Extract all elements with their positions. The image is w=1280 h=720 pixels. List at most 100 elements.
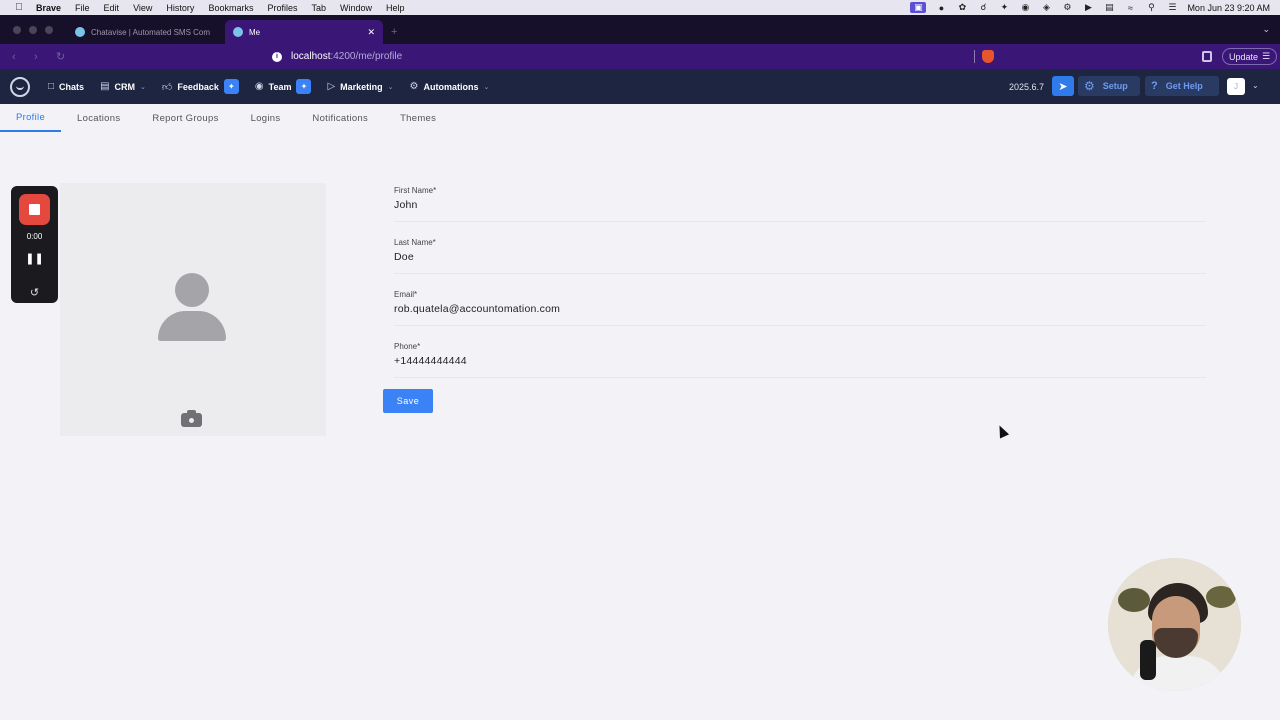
gear-icon[interactable]: ⚙ xyxy=(1061,2,1073,13)
brave-shield-icon[interactable] xyxy=(982,50,994,63)
menubar-status-area: ▣ ● ✿ ☌ ✦ ◉ ◈ ⚙ ▶ ▤ ≈ ⚲ ☰ Mon Jun 23 9:2… xyxy=(910,0,1270,15)
menu-bookmarks[interactable]: Bookmarks xyxy=(208,3,253,13)
menu-history[interactable]: History xyxy=(166,3,194,13)
email-field[interactable]: Email* rob.quatela@accountomation.com xyxy=(394,290,1206,326)
pause-icon[interactable]: ❚❚ xyxy=(11,252,58,265)
back-arrow-icon[interactable]: ‹ xyxy=(12,51,22,63)
tab-search-chevron-icon[interactable]: ⌄ xyxy=(1262,24,1270,35)
menu-help[interactable]: Help xyxy=(386,3,405,13)
url-host: localhost xyxy=(291,51,331,62)
reload-icon[interactable]: ↻ xyxy=(56,50,66,63)
get-help-button[interactable]: ? Get Help xyxy=(1145,76,1219,96)
menubar-clock[interactable]: Mon Jun 23 9:20 AM xyxy=(1187,3,1270,13)
nav-feedback[interactable]: 👍︎ Feedback ✦ xyxy=(162,79,239,94)
menu-file[interactable]: File xyxy=(75,3,90,13)
app-logo-icon[interactable] xyxy=(10,76,30,97)
nav-marketing[interactable]: ▷ Marketing ⌄ xyxy=(327,81,393,92)
nav-chats[interactable]: □ Chats xyxy=(48,81,84,92)
stop-recording-button[interactable] xyxy=(19,194,50,225)
puzzle-icon[interactable]: ✦ xyxy=(998,2,1010,13)
setup-button[interactable]: ⚙ Setup xyxy=(1078,76,1140,96)
play-icon[interactable]: ▶ xyxy=(1082,2,1094,13)
chevron-down-icon: ⌄ xyxy=(140,83,146,91)
tab-profile[interactable]: Profile xyxy=(0,104,62,132)
save-button[interactable]: Save xyxy=(383,389,433,413)
site-info-icon[interactable]: i xyxy=(272,51,282,62)
send-button[interactable]: ➤ xyxy=(1052,76,1074,96)
tab-locations-label: Locations xyxy=(77,112,121,124)
update-button[interactable]: Update ☰ xyxy=(1222,48,1278,65)
webcam-bubble[interactable] xyxy=(1108,558,1241,691)
phone-input[interactable]: +14444444444 xyxy=(394,355,1206,367)
user-avatar[interactable]: J xyxy=(1227,78,1245,95)
wallet-icon[interactable] xyxy=(1202,51,1212,62)
forward-arrow-icon[interactable]: › xyxy=(34,51,44,63)
creative-cloud-icon[interactable]: ☌ xyxy=(977,2,989,13)
tab-notifications[interactable]: Notifications xyxy=(296,104,384,132)
zoom-icon[interactable]: ● xyxy=(935,2,947,13)
menu-window[interactable]: Window xyxy=(340,3,372,13)
megaphone-icon: ▷ xyxy=(327,81,336,92)
camera-icon[interactable] xyxy=(181,410,202,428)
close-tab-icon[interactable]: ✕ xyxy=(367,27,375,38)
first-name-field[interactable]: First Name* John xyxy=(394,186,1206,222)
nav-marketing-label: Marketing xyxy=(340,81,383,92)
chevron-down-icon: ⌄ xyxy=(483,83,490,91)
profile-subtabs: Profile Locations Report Groups Logins N… xyxy=(0,104,1280,132)
zoom-window-icon[interactable] xyxy=(45,26,53,34)
control-center-icon[interactable]: ☰ xyxy=(1166,2,1178,13)
tab-profile-label: Profile xyxy=(16,111,46,123)
phone-field[interactable]: Phone* +14444444444 xyxy=(394,342,1206,378)
chat-bubble-icon: □ xyxy=(48,81,55,92)
menu-profiles[interactable]: Profiles xyxy=(267,3,297,13)
menu-tab[interactable]: Tab xyxy=(311,3,326,13)
extension-icon[interactable]: ✿ xyxy=(956,2,968,13)
browser-tab-chatavise[interactable]: Chatavise | Automated SMS Com xyxy=(67,20,225,44)
apple-icon[interactable]:  xyxy=(12,2,26,13)
window-controls[interactable] xyxy=(13,26,53,34)
nav-crm[interactable]: ▤ CRM ⌄ xyxy=(100,81,146,92)
box-icon[interactable]: ◈ xyxy=(1040,2,1052,13)
thumbs-up-icon: 👍︎ xyxy=(161,81,173,93)
tab-report-groups[interactable]: Report Groups xyxy=(136,104,234,132)
close-window-icon[interactable] xyxy=(13,26,21,34)
address-bar[interactable]: i localhost:4200/me/profile xyxy=(272,51,402,62)
avatar-initial: J xyxy=(1234,82,1238,91)
menu-view[interactable]: View xyxy=(133,3,152,13)
app-navbar: □ Chats ▤ CRM ⌄ 👍︎ Feedback ✦ ◉ Team ✦ ▷… xyxy=(0,69,1280,104)
last-name-field[interactable]: Last Name* Doe xyxy=(394,238,1206,274)
wifi-icon[interactable]: ≈ xyxy=(1124,2,1136,13)
new-tab-icon[interactable]: + xyxy=(391,26,397,38)
first-name-input[interactable]: John xyxy=(394,199,1206,211)
last-name-input[interactable]: Doe xyxy=(394,251,1206,263)
menu-icon: ☰ xyxy=(1262,51,1271,61)
nav-automations[interactable]: ⚙ Automations ⌄ xyxy=(410,81,490,92)
menu-edit[interactable]: Edit xyxy=(104,3,120,13)
toolbar-divider xyxy=(974,50,975,63)
tab-logins-label: Logins xyxy=(250,112,281,124)
mac-menubar:  Brave File Edit View History Bookmarks… xyxy=(0,0,1280,15)
browser-tab-me[interactable]: Me ✕ xyxy=(225,20,383,44)
browser-tabstrip: Chatavise | Automated SMS Com Me ✕ + ⌄ xyxy=(0,15,1280,44)
restart-icon[interactable]: ↺ xyxy=(11,286,58,299)
minimize-window-icon[interactable] xyxy=(29,26,37,34)
url-path: :4200/me/profile xyxy=(330,51,403,62)
tab-locations[interactable]: Locations xyxy=(61,104,136,132)
team-icon: ◉ xyxy=(254,81,264,92)
screen-record-icon[interactable]: ▣ xyxy=(910,2,927,13)
nav-team[interactable]: ◉ Team ✦ xyxy=(255,79,312,94)
chevron-down-icon[interactable]: ⌄ xyxy=(1252,81,1259,90)
app-icon[interactable]: ◉ xyxy=(1019,2,1031,13)
search-icon[interactable]: ⚲ xyxy=(1145,2,1157,13)
nav-feedback-label: Feedback xyxy=(177,81,219,92)
menu-app-name[interactable]: Brave xyxy=(36,3,61,13)
chatavise-favicon-icon xyxy=(233,27,243,37)
vpn-icon[interactable]: ▤ xyxy=(1103,2,1115,13)
email-label: Email* xyxy=(394,290,418,299)
tab-themes[interactable]: Themes xyxy=(384,104,452,132)
user-placeholder-icon xyxy=(158,273,226,341)
nav-crm-label: CRM xyxy=(114,81,136,92)
nav-chats-label: Chats xyxy=(59,81,85,92)
tab-logins[interactable]: Logins xyxy=(235,104,297,132)
email-input[interactable]: rob.quatela@accountomation.com xyxy=(394,303,1206,315)
